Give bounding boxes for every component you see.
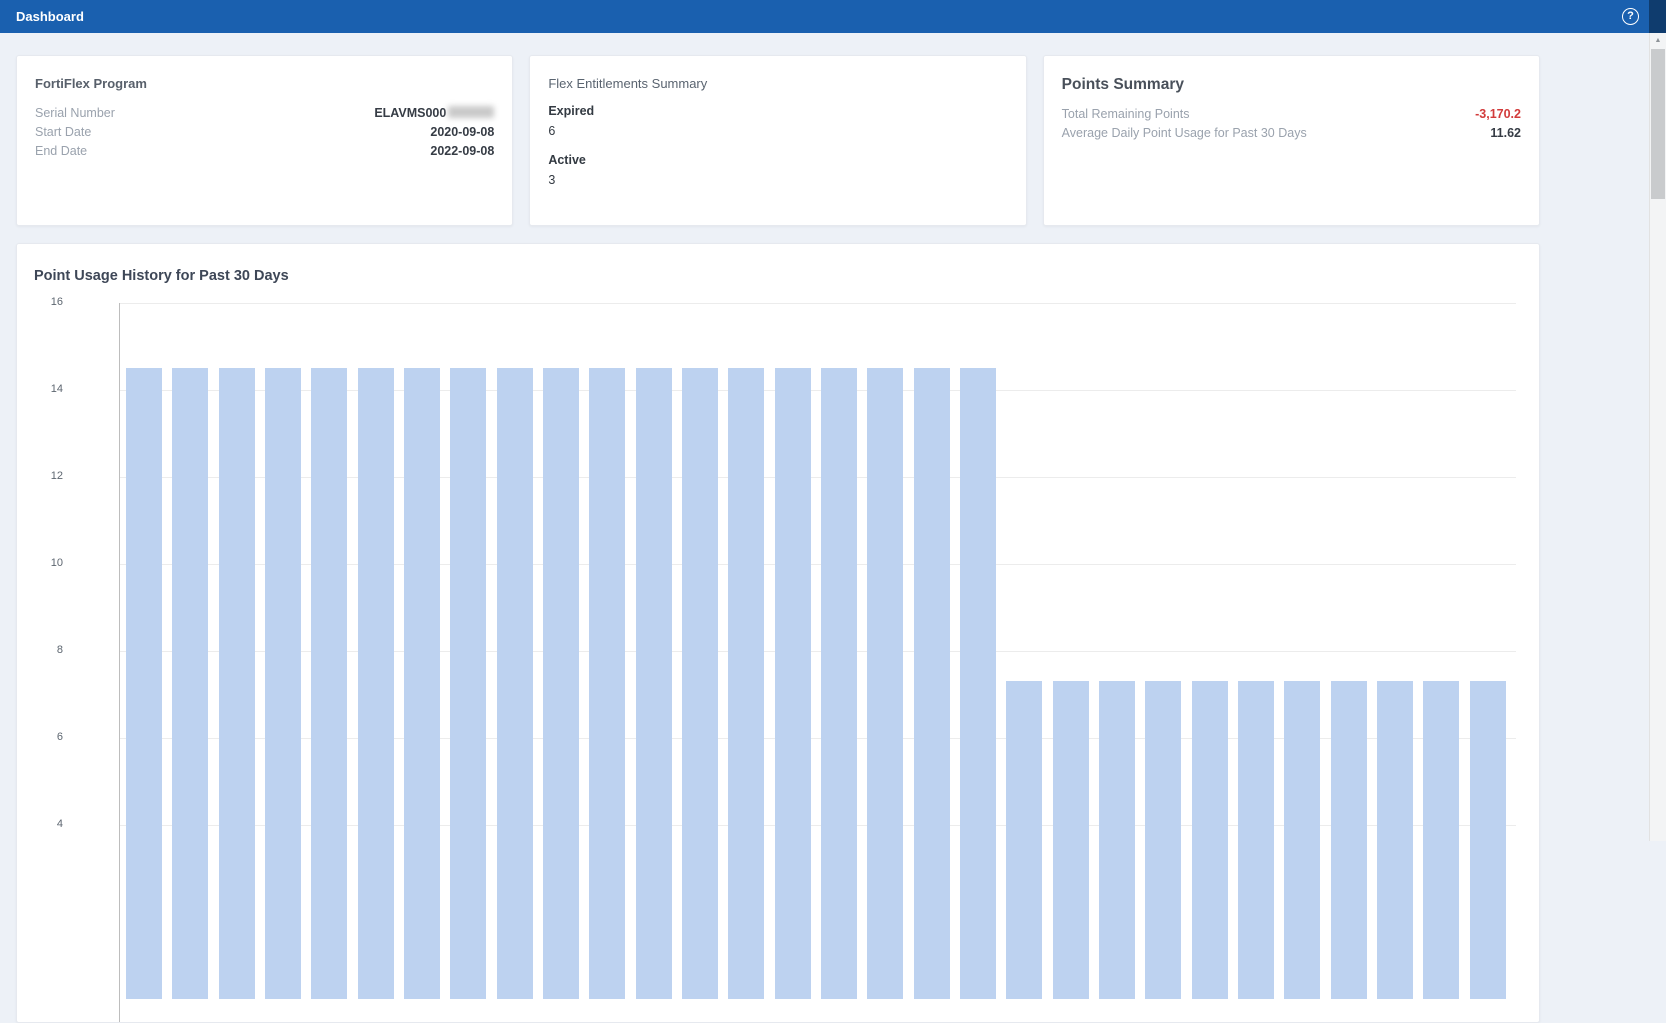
y-tick-label: 12 (23, 470, 63, 482)
points-summary-card: Points Summary Total Remaining Points -3… (1043, 55, 1540, 226)
avg-daily-usage-label: Average Daily Point Usage for Past 30 Da… (1062, 124, 1307, 143)
y-tick-label: 10 (23, 557, 63, 569)
serial-number-value: ELAVMS000 (374, 104, 494, 123)
end-date-row: End Date 2022-09-08 (35, 142, 494, 161)
entitlements-card-title: Flex Entitlements Summary (548, 76, 1007, 91)
bar (1284, 681, 1320, 999)
bar (219, 368, 255, 999)
bar (1423, 681, 1459, 999)
bar (1099, 681, 1135, 999)
redacted-serial-suffix (448, 106, 494, 118)
bar (1377, 681, 1413, 999)
serial-number-row: Serial Number ELAVMS000 (35, 104, 494, 123)
y-tick-label: 16 (23, 296, 63, 308)
bar (636, 368, 672, 999)
total-remaining-points-label: Total Remaining Points (1062, 105, 1190, 124)
bar (1006, 681, 1042, 999)
start-date-label: Start Date (35, 123, 91, 142)
page-title: Dashboard (16, 0, 84, 33)
bar (311, 368, 347, 999)
y-tick-label: 4 (23, 818, 63, 830)
scrollbar-track[interactable]: ▲ (1649, 33, 1666, 841)
summary-cards-row: FortiFlex Program Serial Number ELAVMS00… (16, 55, 1540, 226)
bar (960, 368, 996, 999)
bar (1470, 681, 1506, 999)
fortiflex-program-card: FortiFlex Program Serial Number ELAVMS00… (16, 55, 513, 226)
bar (821, 368, 857, 999)
bar (265, 368, 301, 999)
y-tick-label: 14 (23, 383, 63, 395)
bar (172, 368, 208, 999)
expired-value: 6 (548, 124, 1007, 138)
bar (1192, 681, 1228, 999)
points-card-title: Points Summary (1062, 76, 1521, 94)
active-label: Active (548, 153, 1007, 167)
y-tick-label: 8 (23, 644, 63, 656)
bar (543, 368, 579, 999)
total-remaining-points-value: -3,170.2 (1475, 105, 1521, 124)
bar (867, 368, 903, 999)
bar (126, 368, 162, 999)
y-tick-label: 6 (23, 731, 63, 743)
avg-daily-usage-row: Average Daily Point Usage for Past 30 Da… (1062, 124, 1521, 143)
fortiflex-card-title: FortiFlex Program (35, 76, 494, 91)
scrollbar[interactable]: ▲ (1649, 0, 1666, 841)
bar (1238, 681, 1274, 999)
bar (358, 368, 394, 999)
end-date-label: End Date (35, 142, 87, 161)
start-date-row: Start Date 2020-09-08 (35, 123, 494, 142)
bar (497, 368, 533, 999)
gridline (119, 303, 1516, 304)
help-icon[interactable]: ? (1622, 8, 1639, 25)
bar (914, 368, 950, 999)
scrollbar-up-arrow-icon[interactable]: ▲ (1650, 33, 1666, 48)
bar (589, 368, 625, 999)
bar (1331, 681, 1367, 999)
avg-daily-usage-value: 11.62 (1490, 124, 1521, 143)
point-usage-history-card: Point Usage History for Past 30 Days 161… (16, 243, 1540, 1023)
start-date-value: 2020-09-08 (430, 123, 494, 142)
flex-entitlements-summary-card: Flex Entitlements Summary Expired 6 Acti… (529, 55, 1026, 226)
bar (775, 368, 811, 999)
bar (404, 368, 440, 999)
scrollbar-thumb[interactable] (1651, 49, 1665, 199)
expired-label: Expired (548, 104, 1007, 118)
serial-number-label: Serial Number (35, 104, 115, 123)
scrollbar-corner (1649, 0, 1666, 33)
bar (682, 368, 718, 999)
top-header: Dashboard ? (0, 0, 1666, 33)
bar (450, 368, 486, 999)
total-remaining-points-row: Total Remaining Points -3,170.2 (1062, 105, 1521, 124)
y-axis-line (119, 303, 120, 1023)
chart-plot: 16 14 12 10 8 6 4 (17, 244, 1540, 1023)
bar (1145, 681, 1181, 999)
bar (728, 368, 764, 999)
bar (1053, 681, 1089, 999)
end-date-value: 2022-09-08 (430, 142, 494, 161)
active-value: 3 (548, 173, 1007, 187)
